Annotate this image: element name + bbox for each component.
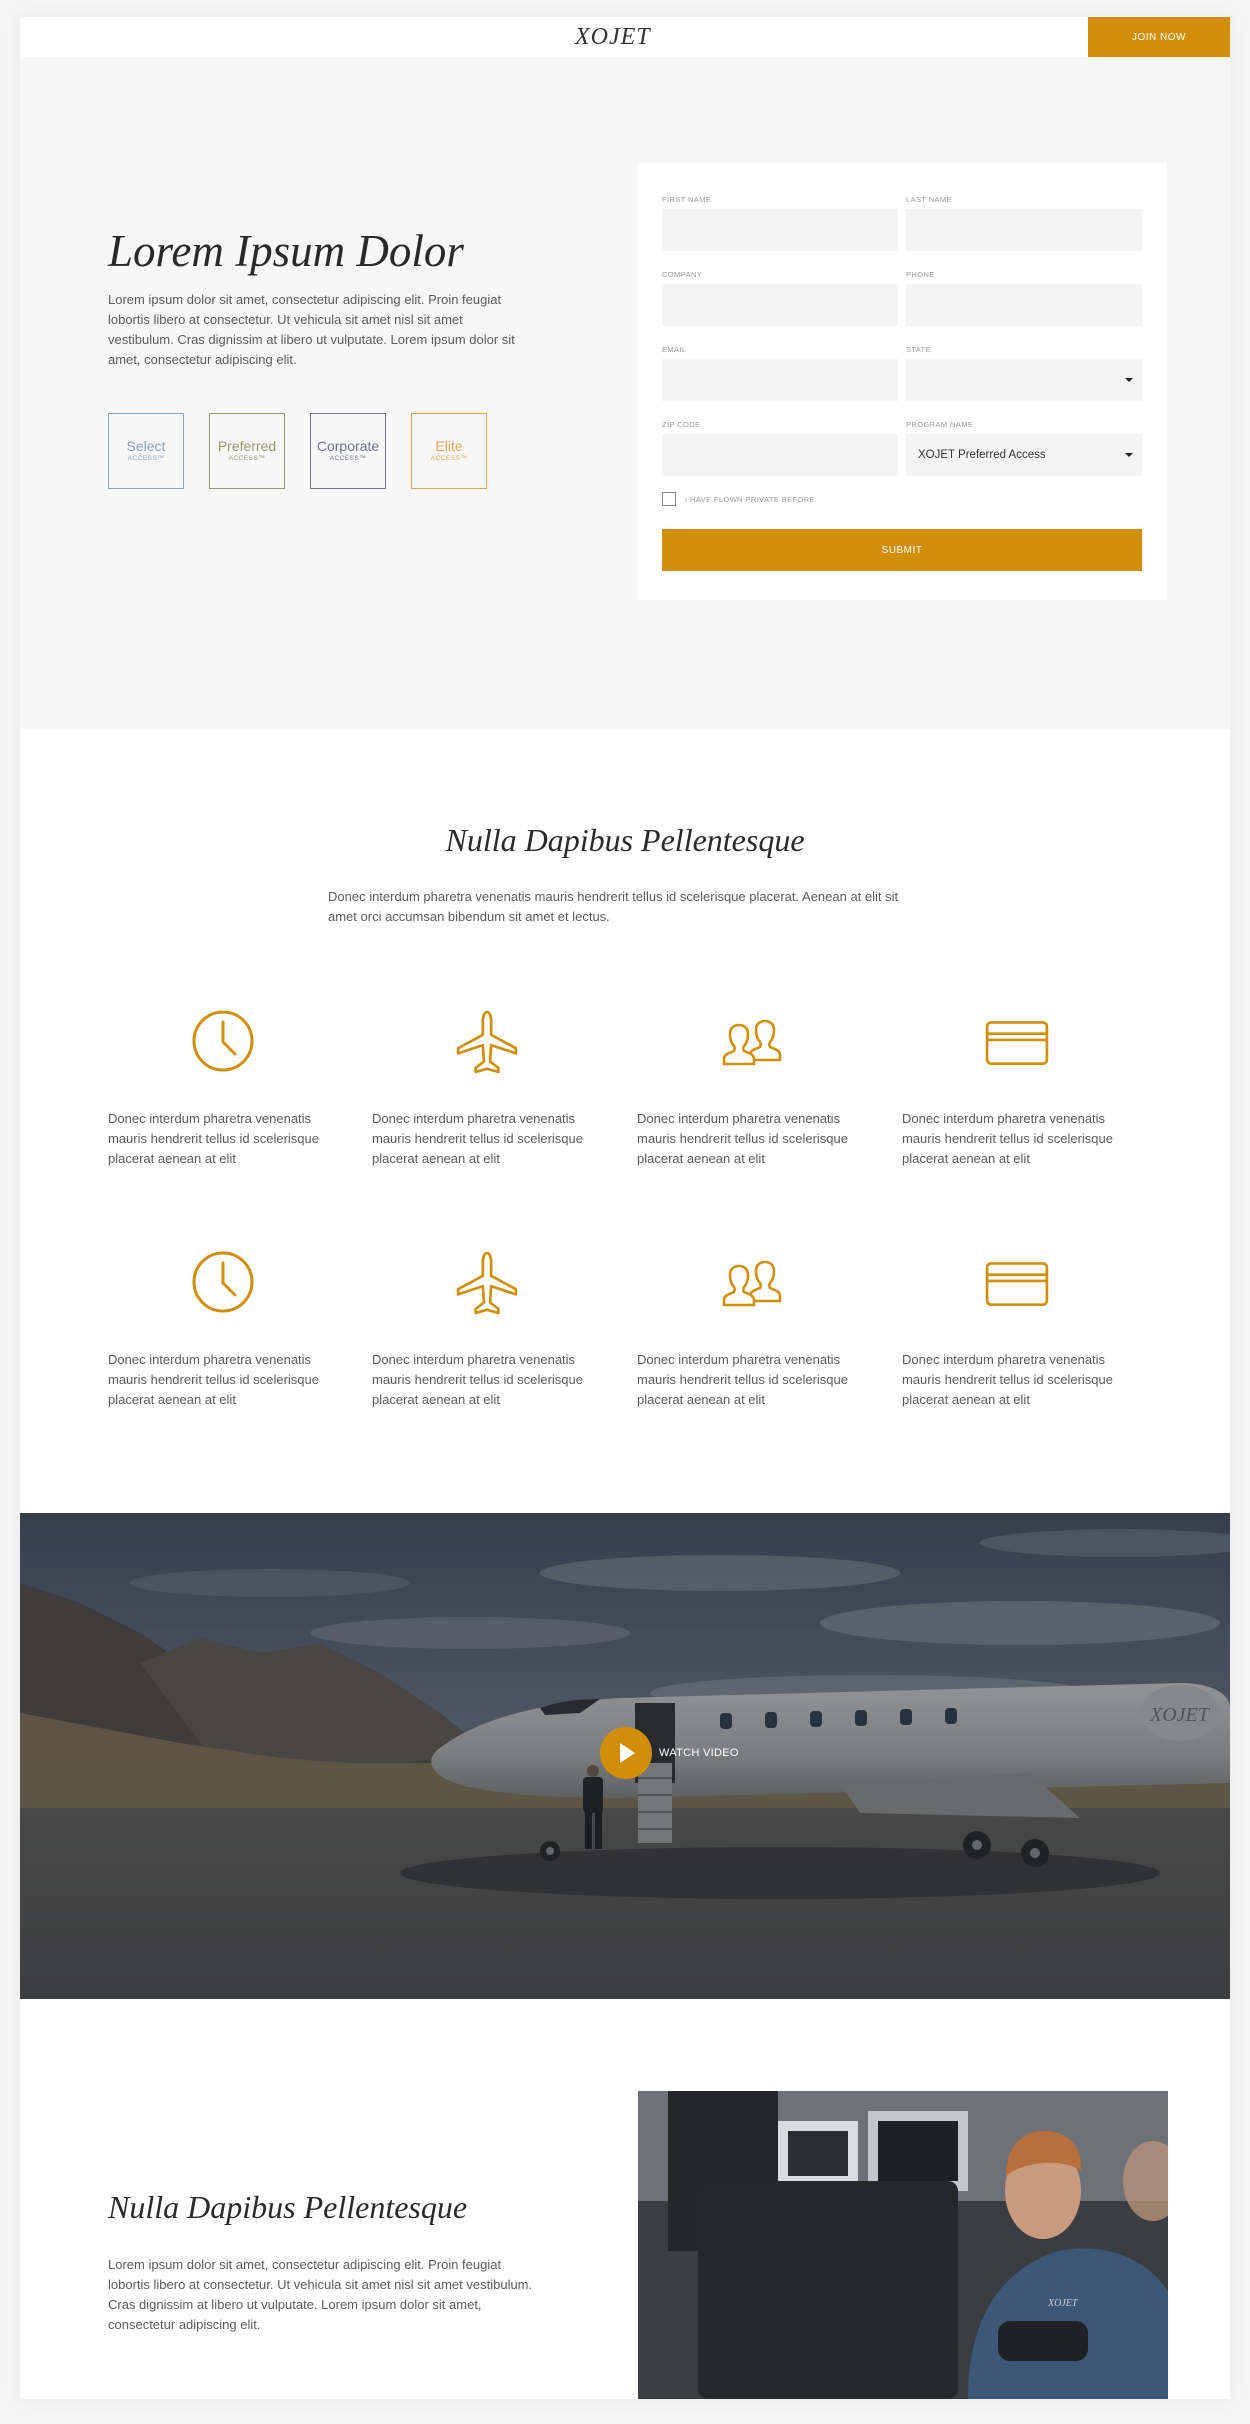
first-name-label: FIRST NAME	[662, 195, 712, 204]
people-icon	[722, 1260, 782, 1307]
play-icon[interactable]	[600, 1727, 652, 1779]
join-now-button[interactable]: JOIN NOW	[1088, 17, 1230, 57]
shirt-xojet-logo: XOJET	[1047, 2298, 1079, 2309]
flown-private-checkbox[interactable]	[662, 492, 676, 506]
access-sub: ACCESS™	[127, 455, 165, 462]
credit-card-icon	[985, 1262, 1049, 1306]
hero-text: Lorem ipsum dolor sit amet, consectetur …	[108, 292, 515, 367]
feature-text: Donec interdum pharetra venenatis mauris…	[902, 1111, 1113, 1166]
credit-card-icon	[985, 1021, 1049, 1065]
features-title: Nulla Dapibus Pellentesque	[445, 822, 805, 858]
company-label: COMPANY	[662, 270, 703, 279]
airplane-icon	[456, 1251, 518, 1315]
access-name: Select	[126, 438, 166, 454]
last-name-field[interactable]	[906, 209, 1142, 251]
elite-access-card[interactable]: Elite ACCESS™	[411, 413, 487, 489]
clock-icon	[192, 1251, 254, 1313]
operations-photo: XOJET	[638, 2091, 1168, 2399]
email-field[interactable]	[662, 359, 898, 401]
submit-button[interactable]: SUBMIT	[662, 529, 1142, 571]
flown-private-label: I HAVE FLOWN PRIVATE BEFORE	[685, 495, 815, 504]
chevron-down-icon	[1125, 453, 1133, 457]
xojet-logo[interactable]: XOJET	[575, 24, 651, 51]
first-name-field[interactable]	[662, 209, 898, 251]
feature-text: Donec interdum pharetra venenatis mauris…	[637, 1352, 848, 1407]
feature-text: Donec interdum pharetra venenatis mauris…	[372, 1111, 583, 1166]
feature-text: Donec interdum pharetra venenatis mauris…	[108, 1111, 319, 1166]
bottom-text: Lorem ipsum dolor sit amet, consectetur …	[108, 2257, 533, 2332]
access-sub: ACCESS™	[430, 455, 468, 462]
phone-field[interactable]	[906, 284, 1142, 326]
operator-photo: XOJET	[638, 2091, 1168, 2399]
zip-code-label: ZIP CODE	[662, 420, 701, 429]
access-name: Corporate	[316, 438, 380, 454]
access-name: Elite	[435, 438, 463, 454]
feature-text: Donec interdum pharetra venenatis mauris…	[637, 1111, 848, 1166]
feature-text: Donec interdum pharetra venenatis mauris…	[902, 1352, 1113, 1407]
hero-section: Lorem Ipsum Dolor Lorem ipsum dolor sit …	[20, 57, 1230, 729]
people-icon	[722, 1019, 782, 1066]
last-name-label: LAST NAME	[906, 195, 952, 204]
site-header: XOJET JOIN NOW	[20, 17, 1230, 57]
feature-text: Donec interdum pharetra venenatis mauris…	[372, 1352, 583, 1407]
video-banner[interactable]: XOJET WATCH VIDEO	[20, 1513, 1230, 1999]
features-intro: Donec interdum pharetra venenatis mauris…	[328, 889, 899, 924]
feature-text: Donec interdum pharetra venenatis mauris…	[108, 1352, 319, 1407]
phone-label: PHONE	[906, 270, 935, 279]
chevron-down-icon	[1125, 378, 1133, 382]
watch-video-label[interactable]: WATCH VIDEO	[659, 1747, 739, 1759]
bottom-title: Nulla Dapibus Pellentesque	[108, 2189, 468, 2225]
bottom-section: Nulla Dapibus Pellentesque Lorem ipsum d…	[20, 1999, 1230, 2399]
email-label: EMAIL	[662, 345, 687, 354]
signup-form: FIRST NAME LAST NAME COMPANY PHONE EMAIL…	[637, 163, 1167, 600]
access-sub: ACCESS™	[329, 455, 367, 462]
access-name: Preferred	[217, 438, 277, 454]
select-access-card[interactable]: Select ACCESS™	[108, 413, 184, 489]
airplane-icon	[456, 1010, 518, 1074]
page-frame: XOJET JOIN NOW Lorem Ipsum Dolor Lorem i…	[20, 17, 1230, 2399]
program-name-label: PROGRAM NAME	[906, 420, 974, 429]
features-section: Nulla Dapibus Pellentesque Donec interdu…	[20, 729, 1230, 1513]
access-sub: ACCESS™	[228, 455, 266, 462]
hero-title: Lorem Ipsum Dolor	[108, 226, 464, 276]
corporate-access-card[interactable]: Corporate ACCESS™	[310, 413, 386, 489]
state-label: STATE	[906, 345, 932, 354]
zip-code-field[interactable]	[662, 434, 898, 476]
company-field[interactable]	[662, 284, 898, 326]
clock-icon	[192, 1010, 254, 1072]
preferred-access-card[interactable]: Preferred ACCESS™	[209, 413, 285, 489]
program-name-select[interactable]: XOJET Preferred Access	[906, 434, 1142, 476]
state-select[interactable]	[906, 359, 1142, 401]
